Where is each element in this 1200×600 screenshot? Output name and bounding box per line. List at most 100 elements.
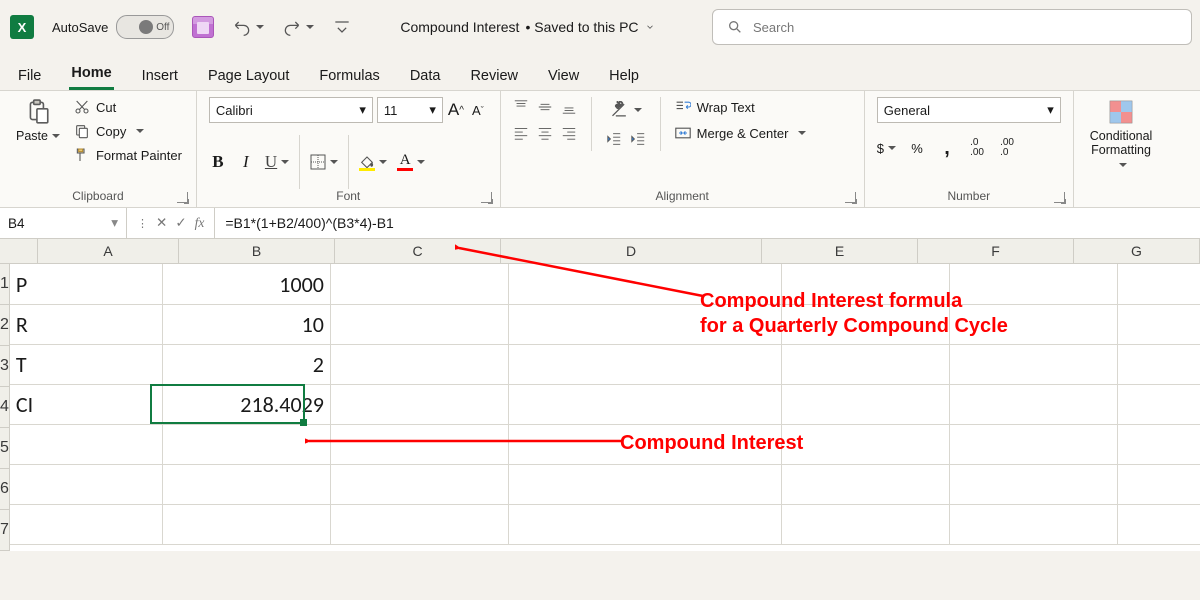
cell-grid[interactable]: P1000R10T2CI218.4029 [10, 264, 1200, 551]
cell-A5[interactable] [10, 424, 163, 465]
decrease-indent-icon[interactable] [606, 131, 622, 147]
cell-G1[interactable] [1118, 264, 1200, 305]
col-header-A[interactable]: A [38, 239, 179, 263]
col-header-F[interactable]: F [918, 239, 1074, 263]
name-box[interactable]: B4▾ [0, 208, 127, 238]
cell-D1[interactable] [509, 264, 782, 305]
increase-decimal-button[interactable]: .0.00 [968, 137, 986, 159]
cell-B2[interactable]: 10 [163, 304, 331, 345]
cell-B7[interactable] [163, 504, 331, 545]
cell-A1[interactable]: P [10, 264, 163, 305]
decrease-decimal-button[interactable]: .00.0 [998, 137, 1016, 159]
col-header-E[interactable]: E [762, 239, 918, 263]
cell-C7[interactable] [331, 504, 509, 545]
cell-B4[interactable]: 218.4029 [163, 384, 331, 425]
cell-G7[interactable] [1118, 504, 1200, 545]
tab-formulas[interactable]: Formulas [317, 62, 381, 90]
cell-C2[interactable] [331, 304, 509, 345]
cell-G3[interactable] [1118, 344, 1200, 385]
undo-button[interactable] [232, 17, 264, 37]
cell-E6[interactable] [782, 464, 950, 505]
cell-C6[interactable] [331, 464, 509, 505]
search-input[interactable]: Search [712, 9, 1192, 45]
cancel-formula-button[interactable]: ✕ [156, 215, 167, 231]
tab-file[interactable]: File [16, 62, 43, 90]
tab-view[interactable]: View [546, 62, 581, 90]
row-header-7[interactable]: 7 [0, 510, 9, 551]
cell-D5[interactable] [509, 424, 782, 465]
dialog-launcher-icon[interactable] [845, 192, 856, 203]
row-header-6[interactable]: 6 [0, 469, 9, 510]
cell-C1[interactable] [331, 264, 509, 305]
cell-F1[interactable] [950, 264, 1118, 305]
tab-data[interactable]: Data [408, 62, 443, 90]
format-painter-button[interactable]: Format Painter [74, 147, 182, 163]
row-header-1[interactable]: 1 [0, 264, 9, 305]
cell-B3[interactable]: 2 [163, 344, 331, 385]
percent-button[interactable]: % [908, 137, 926, 159]
cell-B1[interactable]: 1000 [163, 264, 331, 305]
document-title[interactable]: Compound Interest • Saved to this PC [400, 19, 654, 35]
cell-G6[interactable] [1118, 464, 1200, 505]
cell-D7[interactable] [509, 504, 782, 545]
align-left-icon[interactable] [513, 125, 529, 141]
row-header-3[interactable]: 3 [0, 346, 9, 387]
align-bottom-icon[interactable] [561, 99, 577, 115]
cell-G2[interactable] [1118, 304, 1200, 345]
worksheet[interactable]: ABCDEFG 1234567 P1000R10T2CI218.4029 Com… [0, 239, 1200, 551]
wrap-text-button[interactable]: Wrap Text [675, 99, 807, 115]
cell-C4[interactable] [331, 384, 509, 425]
cell-A2[interactable]: R [10, 304, 163, 345]
orientation-button[interactable]: ab [606, 99, 646, 121]
autosave-toggle[interactable]: AutoSave Off [52, 15, 174, 39]
cell-A6[interactable] [10, 464, 163, 505]
cell-D2[interactable] [509, 304, 782, 345]
fill-color-button[interactable] [359, 151, 387, 173]
cell-E7[interactable] [782, 504, 950, 545]
cell-B5[interactable] [163, 424, 331, 465]
cell-D4[interactable] [509, 384, 782, 425]
align-middle-icon[interactable] [537, 99, 553, 115]
cell-G5[interactable] [1118, 424, 1200, 465]
cell-G4[interactable] [1118, 384, 1200, 425]
cell-F7[interactable] [950, 504, 1118, 545]
currency-button[interactable]: $ [877, 137, 896, 159]
font-size-select[interactable]: 11▾ [377, 97, 443, 123]
fx-icon[interactable]: fx [195, 215, 205, 231]
font-color-button[interactable]: A [397, 151, 425, 173]
autosave-switch[interactable]: Off [116, 15, 174, 39]
decrease-font-button[interactable]: Aˇ [469, 99, 487, 121]
cell-D3[interactable] [509, 344, 782, 385]
tab-home[interactable]: Home [69, 59, 113, 90]
cell-F4[interactable] [950, 384, 1118, 425]
cell-B6[interactable] [163, 464, 331, 505]
cell-F5[interactable] [950, 424, 1118, 465]
font-name-select[interactable]: Calibri▾ [209, 97, 373, 123]
italic-button[interactable]: I [237, 151, 255, 173]
cell-A3[interactable]: T [10, 344, 163, 385]
qat-customize[interactable] [332, 17, 352, 37]
cell-E5[interactable] [782, 424, 950, 465]
cell-A4[interactable]: CI [10, 384, 163, 425]
select-all-corner[interactable] [0, 239, 38, 263]
cell-C3[interactable] [331, 344, 509, 385]
dialog-launcher-icon[interactable] [177, 192, 188, 203]
cell-F6[interactable] [950, 464, 1118, 505]
row-header-5[interactable]: 5 [0, 428, 9, 469]
tab-help[interactable]: Help [607, 62, 641, 90]
cell-E1[interactable] [782, 264, 950, 305]
col-header-D[interactable]: D [501, 239, 762, 263]
cell-E4[interactable] [782, 384, 950, 425]
enter-formula-button[interactable]: ✓ [175, 215, 186, 231]
merge-center-button[interactable]: Merge & Center [675, 125, 807, 141]
redo-button[interactable] [282, 17, 314, 37]
cell-E3[interactable] [782, 344, 950, 385]
col-header-B[interactable]: B [179, 239, 335, 263]
cell-E2[interactable] [782, 304, 950, 345]
dialog-launcher-icon[interactable] [481, 192, 492, 203]
dialog-launcher-icon[interactable] [1054, 192, 1065, 203]
underline-button[interactable]: U [265, 151, 289, 173]
cell-C5[interactable] [331, 424, 509, 465]
cut-button[interactable]: Cut [74, 99, 182, 115]
conditional-formatting-button[interactable]: Conditional Formatting [1086, 97, 1157, 171]
